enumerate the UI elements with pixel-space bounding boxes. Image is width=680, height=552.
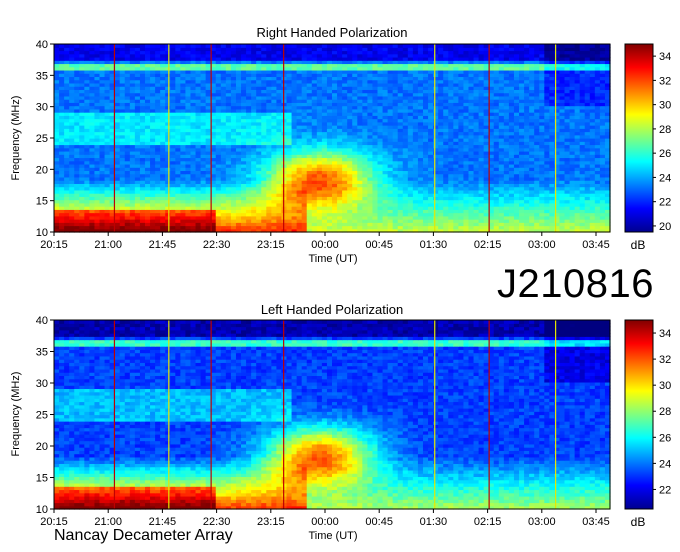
y-axis-label: Frequency (MHz) — [10, 96, 22, 181]
right-polarization-panel: Right Handed Polarization Frequency (MHz… — [10, 25, 671, 265]
colorbar-unit-label: dB — [631, 238, 646, 252]
x-axis-label: Time (UT) — [308, 253, 357, 265]
panel-title: Right Handed Polarization — [256, 25, 407, 40]
